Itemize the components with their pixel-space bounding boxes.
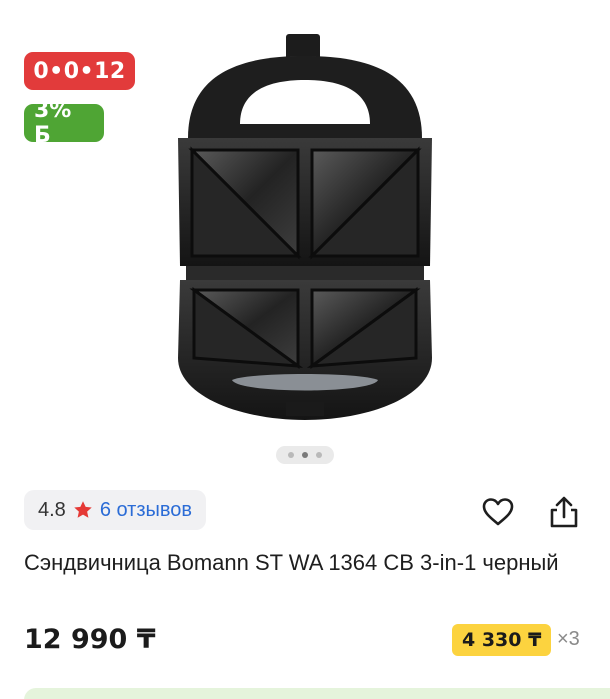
gallery-pager[interactable] (276, 446, 334, 464)
rating-value: 4.8 (38, 498, 66, 521)
sandwich-maker-illustration (178, 34, 432, 420)
heart-icon (482, 498, 514, 526)
bonus-badge: 3% Б (24, 98, 104, 148)
product-title: Сэндвичница Bomann ST WA 1364 CB 3-in-1 … (24, 550, 559, 575)
reviews-link[interactable]: 6 отзывов (100, 499, 192, 522)
installment-price[interactable]: 4 330 ₸ (452, 624, 552, 656)
pager-dot[interactable] (288, 452, 294, 458)
pager-dot[interactable] (316, 452, 322, 458)
share-icon (550, 496, 578, 528)
pager-dot-active[interactable] (302, 452, 308, 458)
star-icon (74, 501, 92, 518)
share-button[interactable] (544, 492, 584, 532)
favorite-button[interactable] (478, 492, 518, 532)
product-price: 12 990 ₸ (24, 624, 156, 655)
rating-pill[interactable]: 4.8 6 отзывов (24, 490, 207, 530)
installment-multiplier: ×3 (557, 628, 580, 650)
bottom-promo-bar[interactable] (24, 688, 610, 699)
product-image[interactable] (140, 28, 470, 438)
timer-badge: 0•0•12 (24, 52, 135, 90)
